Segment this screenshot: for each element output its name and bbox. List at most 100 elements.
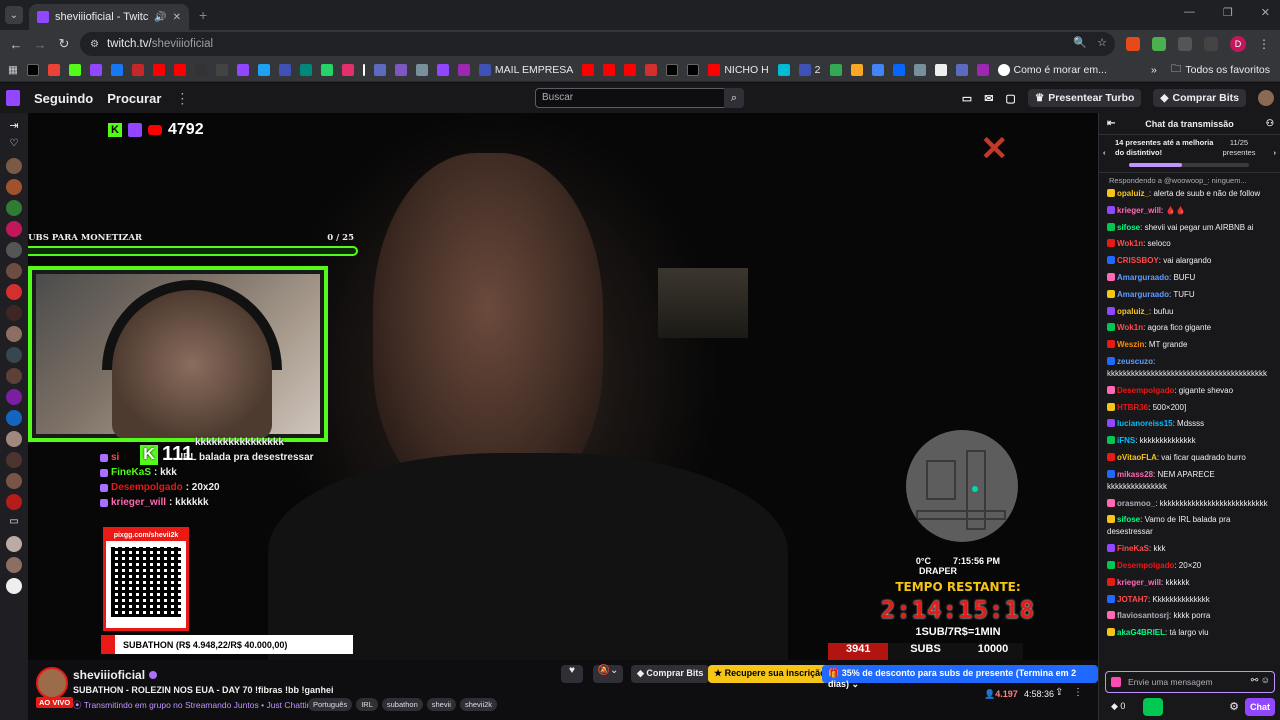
chat-username[interactable]: oVitaoFLA	[1117, 453, 1157, 462]
chat-username[interactable]: Desempolgado	[1117, 561, 1174, 570]
nav-following[interactable]: Seguindo	[34, 91, 93, 106]
kick-bookmark-icon[interactable]	[68, 63, 81, 76]
emote-icon[interactable]: ⚯ ☺	[1251, 675, 1270, 686]
channel-name[interactable]: sheviiioficial	[73, 668, 158, 682]
facebook-bookmark-icon[interactable]	[110, 63, 123, 76]
inbox-icon[interactable]: ▭	[962, 92, 972, 105]
tiktok-bookmark-icon[interactable]	[687, 63, 700, 76]
user-badge-icon[interactable]	[1107, 205, 1115, 214]
user-avatar[interactable]	[1258, 90, 1274, 106]
user-badge-icon[interactable]	[1107, 469, 1115, 478]
youtube-bookmark-icon[interactable]	[582, 63, 595, 76]
renew-sub-button[interactable]: ★ Recupere sua inscrição	[708, 665, 832, 683]
youtube-bookmark-icon[interactable]	[152, 63, 165, 76]
chat-username[interactable]: lucianoreiss15	[1117, 419, 1173, 428]
chat-username[interactable]: orasmoo_	[1117, 499, 1155, 508]
extension-icon[interactable]	[1152, 37, 1166, 51]
twitch-bookmark-icon[interactable]	[89, 63, 102, 76]
channel-avatar[interactable]	[6, 578, 22, 594]
chat-username[interactable]: FineKaS	[1117, 544, 1149, 553]
user-badge-icon[interactable]	[1107, 289, 1115, 298]
reload-icon[interactable]: ↻	[52, 36, 76, 52]
bookmark-icon[interactable]	[457, 63, 470, 76]
bookmark-icon[interactable]	[913, 63, 926, 76]
channel-avatar[interactable]	[6, 431, 22, 447]
bookmark-icon[interactable]	[777, 63, 790, 76]
bookmark-icon[interactable]	[394, 63, 407, 76]
site-info-icon[interactable]: ⚙	[90, 39, 99, 50]
user-badge-icon[interactable]	[1107, 544, 1115, 553]
sheets-bookmark-icon[interactable]	[829, 63, 842, 76]
chat-username[interactable]: opaluiz_	[1117, 189, 1149, 198]
tag[interactable]: shevii2k	[459, 698, 498, 711]
user-badge-icon[interactable]	[1107, 436, 1115, 445]
chat-username[interactable]: iFNS	[1117, 436, 1135, 445]
bookmark-icon[interactable]	[215, 63, 228, 76]
chat-username[interactable]: akaG4BRIEL	[1117, 628, 1165, 637]
menu-dots-icon[interactable]: ⋮	[1258, 37, 1270, 51]
maximize-icon[interactable]: ❐	[1223, 6, 1233, 19]
globe-bookmark-icon[interactable]	[934, 63, 947, 76]
tag[interactable]: IRL	[356, 698, 378, 711]
chevron-left-icon[interactable]: ‹	[1103, 148, 1106, 157]
notifications-icon[interactable]: ▢	[1005, 92, 1015, 105]
user-badge-icon[interactable]	[1107, 498, 1115, 507]
user-badge-icon[interactable]	[1107, 272, 1115, 281]
tag[interactable]: subathon	[381, 698, 423, 711]
chat-username[interactable]: sifose	[1117, 223, 1140, 232]
chat-username[interactable]: zeuscuzo	[1117, 357, 1153, 366]
tab-search-button[interactable]: ⌄	[5, 6, 23, 24]
profile-avatar[interactable]: D	[1230, 36, 1246, 52]
user-badge-icon[interactable]	[1107, 402, 1115, 411]
user-badge-icon[interactable]	[1107, 323, 1115, 332]
channel-avatar[interactable]	[6, 368, 22, 384]
channel-avatar[interactable]	[6, 410, 22, 426]
speaker-icon[interactable]: 🔊	[154, 12, 166, 23]
user-badge-icon[interactable]	[1107, 385, 1115, 394]
chat-username[interactable]: mikass28	[1117, 470, 1153, 479]
bookmark-icon[interactable]	[299, 63, 312, 76]
youtube-bookmark-icon[interactable]	[624, 63, 637, 76]
apps-grid-icon[interactable]: ▦	[8, 64, 18, 76]
chat-username[interactable]: Amarguraado	[1117, 273, 1169, 282]
channel-avatar[interactable]	[36, 667, 68, 699]
buy-bits-button[interactable]: ◆ Comprar Bits	[631, 665, 710, 683]
tiktok-bookmark-icon[interactable]	[666, 63, 679, 76]
chat-username[interactable]: Weszin	[1117, 340, 1144, 349]
youtube-bookmark-icon[interactable]	[603, 63, 616, 76]
channel-avatar[interactable]	[6, 389, 22, 405]
bookmark-icon[interactable]	[257, 63, 270, 76]
channel-avatar[interactable]	[6, 557, 22, 573]
chat-username[interactable]: Wok1n	[1117, 239, 1143, 248]
user-badge-icon[interactable]	[1107, 356, 1115, 365]
share-icon[interactable]: ⇪	[1055, 687, 1063, 698]
meta-bookmark-icon[interactable]	[892, 63, 905, 76]
zoom-icon[interactable]: 🔍	[1073, 36, 1087, 49]
user-badge-icon[interactable]	[1107, 594, 1115, 603]
bookmark-icon[interactable]	[850, 63, 863, 76]
buy-bits-button[interactable]: ◆ Comprar Bits	[1153, 89, 1246, 107]
channel-avatar[interactable]	[6, 326, 22, 342]
back-icon[interactable]: ←	[4, 37, 28, 52]
x-bookmark-icon[interactable]	[26, 63, 39, 76]
chat-username[interactable]: HTBR36	[1117, 403, 1148, 412]
twitch-logo-icon[interactable]	[6, 90, 20, 106]
user-badge-icon[interactable]	[1107, 189, 1115, 197]
bookmark-icon[interactable]	[645, 63, 658, 76]
bookmark-como-e-morar[interactable]: Como é morar em...	[997, 63, 1107, 76]
youtube-bookmark-icon[interactable]	[173, 63, 186, 76]
user-badge-icon[interactable]	[1107, 306, 1115, 315]
video-icon[interactable]: ▭	[7, 516, 22, 531]
bookmark-icon[interactable]	[373, 63, 386, 76]
user-badge-icon[interactable]	[1107, 256, 1115, 265]
channel-avatar[interactable]	[6, 242, 22, 258]
settings-gear-icon[interactable]: ⚙	[1229, 700, 1239, 713]
collapse-chat-icon[interactable]: ⇤	[1107, 118, 1115, 129]
channel-avatar[interactable]	[6, 347, 22, 363]
bookmark-icon[interactable]	[871, 63, 884, 76]
channel-avatar[interactable]	[6, 452, 22, 468]
forward-icon[interactable]: →	[28, 37, 52, 52]
gift-sub-promo-button[interactable]: 🎁 35% de desconto para subs de presente …	[822, 665, 1098, 689]
bookmark-icon[interactable]	[415, 63, 428, 76]
channel-avatar[interactable]	[6, 494, 22, 510]
